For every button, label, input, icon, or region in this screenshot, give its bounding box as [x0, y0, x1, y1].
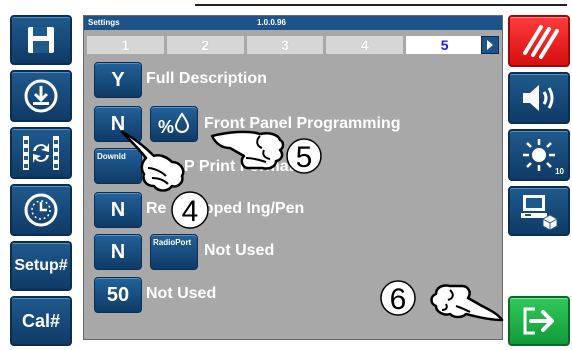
pointing-hand-icon	[430, 284, 504, 322]
download-icon	[24, 79, 58, 113]
device-button[interactable]	[508, 186, 570, 236]
radioport-label: Not Used	[204, 242, 275, 259]
callout-5-number: 5	[296, 141, 313, 174]
tab-bar: 1 2 3 4 5	[87, 36, 483, 54]
not-used-label: Not Used	[146, 285, 217, 302]
brightness-level: 10	[555, 167, 564, 176]
clock-button[interactable]	[10, 184, 72, 236]
sync-film-icon	[23, 136, 59, 170]
radioport-button[interactable]: RadioPort	[150, 234, 198, 270]
setup-button-label: Setup#	[14, 257, 68, 274]
clock-icon	[24, 193, 58, 227]
slash-cancel-icon	[523, 25, 559, 59]
floppy-disk-icon	[28, 27, 54, 53]
callout-4-number: 4	[182, 195, 199, 228]
brightness-button[interactable]: 10	[508, 129, 570, 181]
tab-4[interactable]: 4	[326, 36, 404, 54]
cal-button-label: Cal#	[21, 310, 61, 331]
tab-1[interactable]: 1	[87, 36, 164, 54]
setup-button[interactable]: Setup#	[10, 241, 72, 291]
cancel-button[interactable]	[508, 15, 570, 67]
cal-button[interactable]: Cal#	[10, 296, 72, 346]
speaker-icon	[523, 85, 554, 111]
version-label: 1.0.0.96	[257, 18, 286, 27]
volume-button[interactable]	[508, 72, 570, 124]
full-description-value[interactable]: Y	[94, 62, 142, 98]
callout-6-number: 6	[390, 283, 407, 316]
tab-5[interactable]: 5	[406, 36, 483, 54]
title-bar: Settings 1.0.0.96	[84, 16, 502, 30]
sync-button[interactable]	[10, 127, 72, 179]
monitor-box-icon	[521, 195, 558, 230]
callout-4: 4	[120, 130, 209, 229]
tab-3[interactable]: 3	[246, 36, 324, 54]
radioport-value[interactable]: N	[94, 234, 142, 270]
chevron-right-icon	[487, 40, 493, 50]
enter-arrow-icon	[523, 307, 554, 335]
tab-2[interactable]: 2	[166, 36, 244, 54]
enter-button[interactable]	[508, 296, 570, 346]
callout-5: 5	[210, 130, 322, 174]
window-title: Settings	[88, 18, 120, 27]
next-tab-button[interactable]	[481, 36, 499, 54]
download-button[interactable]	[10, 70, 72, 122]
save-button[interactable]	[10, 15, 72, 65]
callout-6: 6	[380, 280, 504, 322]
header-rule	[195, 4, 567, 6]
not-used-value[interactable]: 50	[94, 277, 142, 313]
pointing-hand-icon	[120, 130, 185, 192]
full-description-label: Full Description	[146, 70, 267, 87]
brightness-icon	[523, 139, 555, 171]
pointing-hand-icon	[210, 130, 285, 170]
